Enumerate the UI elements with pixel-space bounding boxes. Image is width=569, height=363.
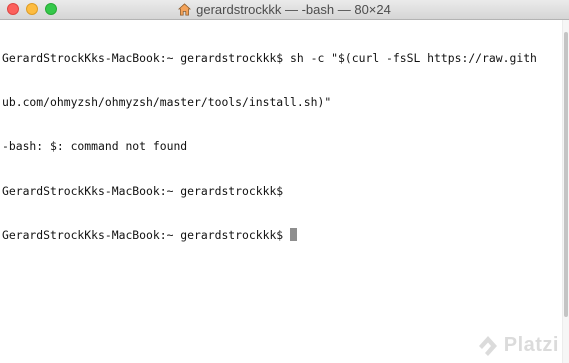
home-icon <box>178 3 192 16</box>
window-title-text: gerardstrockkk — -bash — 80×24 <box>196 2 391 17</box>
vertical-scrollbar[interactable] <box>562 20 569 363</box>
terminal-prompt: GerardStrockKks-MacBook:~ gerardstrockkk… <box>2 228 291 243</box>
window-title: gerardstrockkk — -bash — 80×24 <box>0 0 569 19</box>
terminal-line: GerardStrockKks-MacBook:~ gerardstrockkk… <box>2 50 537 65</box>
scrollbar-thumb[interactable] <box>564 32 568 317</box>
terminal-line-current: GerardStrockKks-MacBook:~ gerardstrockkk… <box>2 228 562 243</box>
terminal-line: -bash: $: command not found <box>2 139 188 154</box>
platzi-logo-icon <box>478 335 497 356</box>
terminal-output[interactable]: GerardStrockKks-MacBook:~ gerardstrockkk… <box>0 21 562 363</box>
watermark-text: Platzi <box>503 334 559 356</box>
title-bar[interactable]: gerardstrockkk — -bash — 80×24 <box>0 0 569 20</box>
text-cursor <box>290 228 298 242</box>
terminal-window: gerardstrockkk — -bash — 80×24 GerardStr… <box>0 0 569 363</box>
terminal-line: ub.com/ohmyzsh/ohmyzsh/master/tools/inst… <box>2 94 332 109</box>
terminal-line: GerardStrockKks-MacBook:~ gerardstrockkk… <box>2 183 291 198</box>
platzi-watermark: Platzi <box>478 334 559 357</box>
